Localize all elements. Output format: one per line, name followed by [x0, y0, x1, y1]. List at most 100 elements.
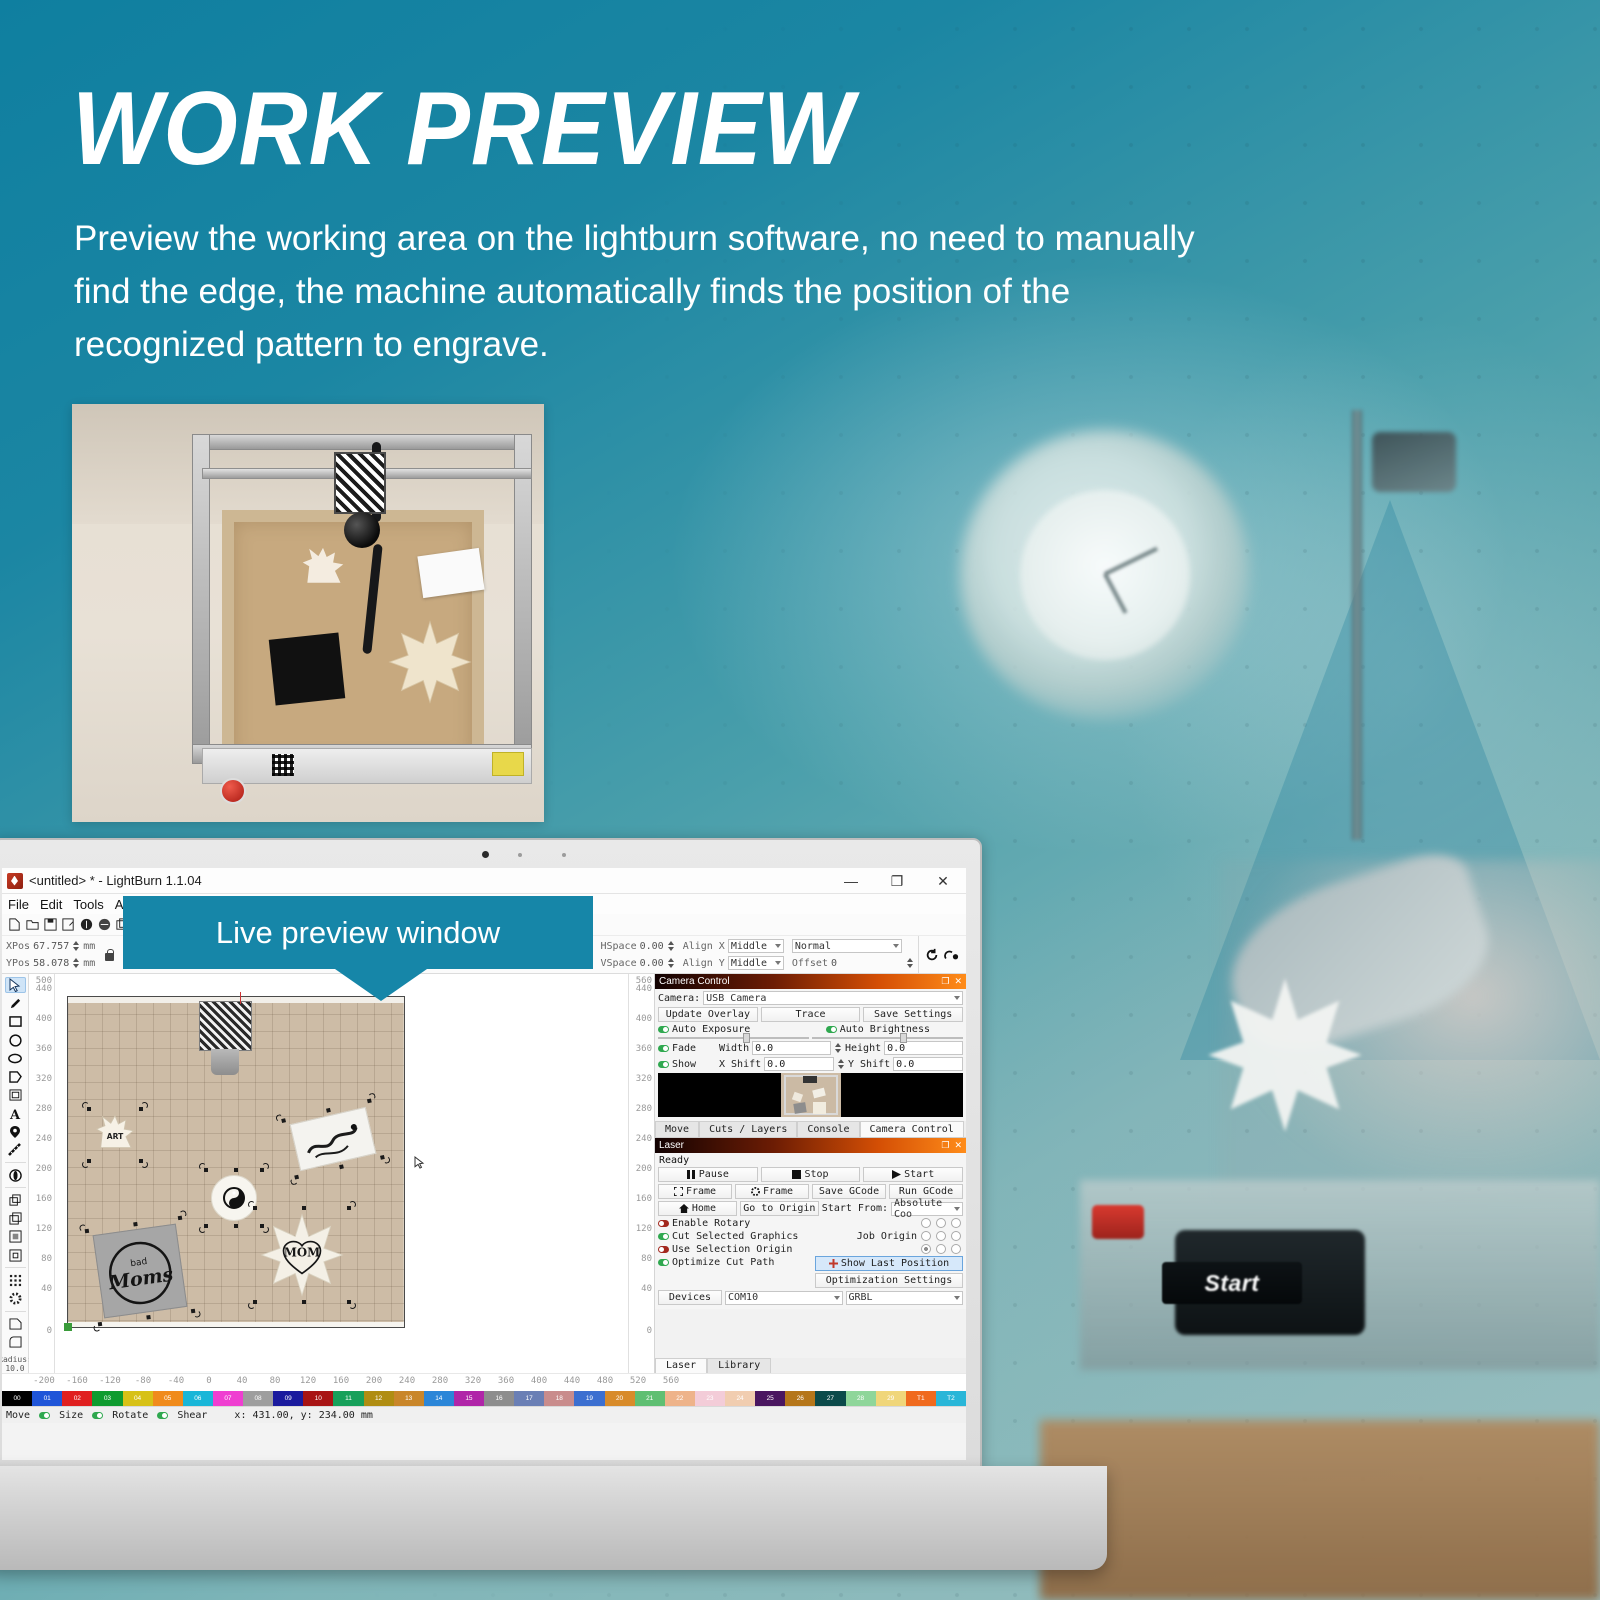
open-folder-icon[interactable]	[25, 917, 40, 932]
show-last-position-button[interactable]: Show Last Position	[815, 1256, 963, 1271]
frame-square-button[interactable]: Frame	[658, 1184, 732, 1199]
start-button[interactable]: Start	[863, 1167, 964, 1182]
palette-swatch[interactable]: 19	[574, 1391, 605, 1406]
brightness-slider[interactable]	[812, 1033, 963, 1043]
fade-toggle[interactable]	[658, 1044, 669, 1052]
palette-swatch[interactable]: 17	[514, 1391, 545, 1406]
design-object-yinyang[interactable]	[199, 1163, 269, 1233]
job-origin-cell[interactable]	[921, 1231, 931, 1241]
save-gcode-button[interactable]: Save GCode	[812, 1184, 886, 1199]
align-x-select[interactable]: Middle	[727, 939, 784, 953]
design-object-mom-star[interactable]: MOM	[248, 1201, 356, 1309]
port-select[interactable]: COM10	[725, 1290, 843, 1305]
radius-value[interactable]: 10.0	[2, 1364, 32, 1373]
node-edit-tool[interactable]	[5, 1123, 26, 1139]
tab-move[interactable]: Move	[655, 1121, 700, 1137]
job-origin-cell[interactable]	[936, 1218, 946, 1228]
start-from-select[interactable]: Absolute Coo	[891, 1198, 964, 1220]
ypos-value[interactable]: 58.078	[33, 958, 69, 969]
palette-swatch[interactable]: 05	[152, 1391, 183, 1406]
ellipse-tool[interactable]	[5, 1032, 26, 1048]
firmware-select[interactable]: GRBL	[845, 1290, 963, 1305]
palette-swatch[interactable]: 18	[544, 1391, 575, 1406]
palette-swatch[interactable]: 27	[815, 1391, 846, 1406]
copy-along-path-tool[interactable]	[5, 1192, 26, 1208]
palette-swatch[interactable]: 16	[484, 1391, 515, 1406]
trace-button[interactable]: Trace	[760, 1007, 861, 1022]
job-origin-cell[interactable]	[951, 1244, 961, 1254]
palette-swatch[interactable]: 09	[273, 1391, 304, 1406]
group-tool[interactable]	[5, 1247, 26, 1263]
save-settings-button[interactable]: Save Settings	[863, 1007, 964, 1022]
palette-swatch[interactable]: 01	[32, 1391, 63, 1406]
palette-swatch[interactable]: 29	[875, 1391, 906, 1406]
stop-button[interactable]: Stop	[760, 1167, 861, 1182]
palette-swatch[interactable]: 08	[243, 1391, 274, 1406]
redo-icon[interactable]	[97, 917, 112, 932]
palette-swatch[interactable]: 14	[423, 1391, 454, 1406]
float-icon[interactable]: ❐	[941, 1140, 949, 1151]
palette-swatch[interactable]: 02	[62, 1391, 93, 1406]
palette-swatch[interactable]: 26	[785, 1391, 816, 1406]
palette-swatch[interactable]: 04	[122, 1391, 153, 1406]
shear-toggle[interactable]	[157, 1411, 169, 1419]
palette-swatch[interactable]: 24	[725, 1391, 756, 1406]
palette-swatch[interactable]: 23	[694, 1391, 725, 1406]
close-icon[interactable]: ✕	[954, 1140, 962, 1151]
mirror-icon[interactable]	[944, 948, 960, 962]
cut-selected-graphics-toggle[interactable]	[658, 1233, 669, 1240]
design-object-splat[interactable]: ART	[82, 1102, 148, 1168]
palette-swatch[interactable]: 12	[363, 1391, 394, 1406]
palette-swatch[interactable]: 11	[333, 1391, 364, 1406]
rectangle-tool[interactable]	[5, 1014, 26, 1030]
palette-swatch[interactable]: 03	[92, 1391, 123, 1406]
array-tool[interactable]	[5, 1229, 26, 1245]
palette-swatch[interactable]: T1	[905, 1391, 936, 1406]
job-origin-cell[interactable]	[936, 1244, 946, 1254]
save-as-icon[interactable]	[61, 917, 76, 932]
auto-exposure-toggle[interactable]	[658, 1026, 669, 1033]
palette-swatch[interactable]: 13	[393, 1391, 424, 1406]
tab-console[interactable]: Console	[797, 1121, 860, 1137]
float-icon[interactable]: ❐	[941, 976, 949, 987]
menu-item-edit[interactable]: Edit	[40, 897, 62, 912]
circular-array-tool[interactable]	[5, 1291, 26, 1307]
design-object-bad-moms[interactable]: bad Moms	[79, 1210, 201, 1332]
mode-select[interactable]: Normal	[791, 939, 902, 953]
radius-control[interactable]: Radius: 10.0	[2, 1355, 32, 1373]
radius-tool[interactable]	[5, 1334, 26, 1350]
size-toggle[interactable]	[39, 1411, 51, 1419]
design-canvas[interactable]: ART bad Moms MOM	[55, 974, 628, 1373]
pause-button[interactable]: Pause	[658, 1167, 758, 1182]
xpos-value[interactable]: 67.757	[33, 941, 69, 952]
optimize-cut-path-toggle[interactable]	[658, 1259, 669, 1266]
grid-array-tool[interactable]	[5, 1272, 26, 1288]
tab-cuts-layers[interactable]: Cuts / Layers	[699, 1121, 798, 1137]
palette-swatch[interactable]: T2	[935, 1391, 966, 1406]
weld-tool[interactable]	[5, 1316, 26, 1332]
go-to-origin-button[interactable]: Go to Origin	[739, 1201, 819, 1216]
pen-tool[interactable]	[5, 995, 26, 1011]
select-tool[interactable]	[4, 977, 26, 994]
tab-library[interactable]: Library	[707, 1358, 772, 1373]
duplicate-tool[interactable]	[5, 1211, 26, 1227]
boolean-tool[interactable]	[5, 1167, 26, 1183]
save-icon[interactable]	[43, 917, 58, 932]
lock-icon[interactable]	[103, 948, 115, 962]
vspace-spinner[interactable]	[667, 957, 675, 969]
vspace-value[interactable]: 0.00	[640, 958, 664, 969]
frame-round-button[interactable]: Frame	[735, 1184, 809, 1199]
palette-swatch[interactable]: 28	[845, 1391, 876, 1406]
overlay-width-spinner[interactable]	[834, 1042, 842, 1054]
menu-item-file[interactable]: File	[8, 897, 29, 912]
palette-swatch[interactable]: 25	[755, 1391, 786, 1406]
auto-brightness-toggle[interactable]	[825, 1026, 837, 1033]
xpos-spinner[interactable]	[72, 940, 80, 952]
show-toggle[interactable]	[658, 1060, 669, 1068]
tab-camera-control[interactable]: Camera Control	[859, 1121, 964, 1137]
tab-laser[interactable]: Laser	[655, 1358, 708, 1373]
rotate-icon[interactable]	[925, 948, 939, 962]
palette-swatch[interactable]: 10	[303, 1391, 334, 1406]
close-icon[interactable]: ✕	[954, 976, 962, 987]
minimize-button[interactable]: —	[828, 868, 874, 894]
